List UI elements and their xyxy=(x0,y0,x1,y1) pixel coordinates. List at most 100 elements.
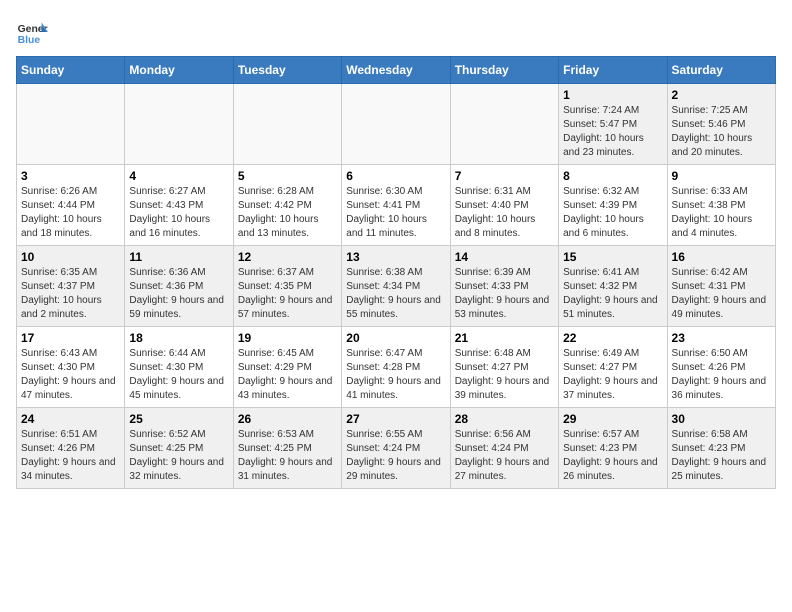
day-info: Sunrise: 6:30 AM Sunset: 4:41 PM Dayligh… xyxy=(346,185,445,241)
logo-icon: General Blue xyxy=(16,16,48,48)
day-number: 15 xyxy=(563,250,662,264)
calendar-week-row: 24 Sunrise: 6:51 AM Sunset: 4:26 PM Dayli… xyxy=(17,408,776,489)
day-number: 30 xyxy=(672,412,771,426)
day-number: 9 xyxy=(672,169,771,183)
calendar-cell: 1 Sunrise: 7:24 AM Sunset: 5:47 PM Daylig… xyxy=(559,84,667,165)
calendar-cell: 8 Sunrise: 6:32 AM Sunset: 4:39 PM Daylig… xyxy=(559,165,667,246)
page-header: General Blue xyxy=(16,16,776,48)
calendar-cell: 22 Sunrise: 6:49 AM Sunset: 4:27 PM Dayli… xyxy=(559,327,667,408)
day-header-thursday: Thursday xyxy=(450,57,558,84)
calendar-cell: 21Sunrise: 6:48 AM Sunset: 4:27 PM Dayli… xyxy=(450,327,558,408)
day-info: Sunrise: 6:27 AM Sunset: 4:43 PM Dayligh… xyxy=(129,185,228,241)
day-info: Sunrise: 7:25 AM Sunset: 5:46 PM Dayligh… xyxy=(672,104,771,160)
calendar-cell xyxy=(342,84,450,165)
day-number: 28 xyxy=(455,412,554,426)
day-info: Sunrise: 6:39 AM Sunset: 4:33 PM Dayligh… xyxy=(455,266,554,322)
day-info: Sunrise: 6:35 AM Sunset: 4:37 PM Dayligh… xyxy=(21,266,120,322)
calendar-cell: 29Sunrise: 6:57 AM Sunset: 4:23 PM Dayli… xyxy=(559,408,667,489)
calendar-cell: 18 Sunrise: 6:44 AM Sunset: 4:30 PM Dayli… xyxy=(125,327,233,408)
calendar-week-row: 10Sunrise: 6:35 AM Sunset: 4:37 PM Dayli… xyxy=(17,246,776,327)
calendar-week-row: 17 Sunrise: 6:43 AM Sunset: 4:30 PM Dayli… xyxy=(17,327,776,408)
day-info: Sunrise: 6:55 AM Sunset: 4:24 PM Dayligh… xyxy=(346,428,445,484)
day-info: Sunrise: 6:48 AM Sunset: 4:27 PM Dayligh… xyxy=(455,347,554,403)
day-header-tuesday: Tuesday xyxy=(233,57,341,84)
day-number: 11 xyxy=(129,250,228,264)
calendar-cell: 2 Sunrise: 7:25 AM Sunset: 5:46 PM Daylig… xyxy=(667,84,775,165)
day-info: Sunrise: 6:50 AM Sunset: 4:26 PM Dayligh… xyxy=(672,347,771,403)
day-info: Sunrise: 6:43 AM Sunset: 4:30 PM Dayligh… xyxy=(21,347,120,403)
calendar-cell: 17 Sunrise: 6:43 AM Sunset: 4:30 PM Dayli… xyxy=(17,327,125,408)
calendar-cell: 20 Sunrise: 6:47 AM Sunset: 4:28 PM Dayli… xyxy=(342,327,450,408)
day-number: 24 xyxy=(21,412,120,426)
calendar-cell: 19 Sunrise: 6:45 AM Sunset: 4:29 PM Dayli… xyxy=(233,327,341,408)
day-number: 4 xyxy=(129,169,228,183)
day-number: 18 xyxy=(129,331,228,345)
svg-text:Blue: Blue xyxy=(18,35,41,46)
day-info: Sunrise: 6:37 AM Sunset: 4:35 PM Dayligh… xyxy=(238,266,337,322)
day-info: Sunrise: 6:26 AM Sunset: 4:44 PM Dayligh… xyxy=(21,185,120,241)
day-number: 7 xyxy=(455,169,554,183)
day-number: 1 xyxy=(563,88,662,102)
day-header-sunday: Sunday xyxy=(17,57,125,84)
calendar-cell: 14 Sunrise: 6:39 AM Sunset: 4:33 PM Dayli… xyxy=(450,246,558,327)
day-info: Sunrise: 6:41 AM Sunset: 4:32 PM Dayligh… xyxy=(563,266,662,322)
calendar-cell: 3 Sunrise: 6:26 AM Sunset: 4:44 PM Daylig… xyxy=(17,165,125,246)
day-header-friday: Friday xyxy=(559,57,667,84)
day-number: 16 xyxy=(672,250,771,264)
calendar-cell: 10Sunrise: 6:35 AM Sunset: 4:37 PM Dayli… xyxy=(17,246,125,327)
day-header-monday: Monday xyxy=(125,57,233,84)
calendar-week-row: 1 Sunrise: 7:24 AM Sunset: 5:47 PM Daylig… xyxy=(17,84,776,165)
calendar-cell: 28 Sunrise: 6:56 AM Sunset: 4:24 PM Dayli… xyxy=(450,408,558,489)
day-number: 5 xyxy=(238,169,337,183)
calendar-cell: 4 Sunrise: 6:27 AM Sunset: 4:43 PM Daylig… xyxy=(125,165,233,246)
calendar-cell: 26Sunrise: 6:53 AM Sunset: 4:25 PM Dayli… xyxy=(233,408,341,489)
day-info: Sunrise: 6:47 AM Sunset: 4:28 PM Dayligh… xyxy=(346,347,445,403)
day-number: 17 xyxy=(21,331,120,345)
calendar-cell: 25Sunrise: 6:52 AM Sunset: 4:25 PM Dayli… xyxy=(125,408,233,489)
day-number: 3 xyxy=(21,169,120,183)
day-info: Sunrise: 6:49 AM Sunset: 4:27 PM Dayligh… xyxy=(563,347,662,403)
day-number: 27 xyxy=(346,412,445,426)
day-number: 6 xyxy=(346,169,445,183)
day-info: Sunrise: 6:58 AM Sunset: 4:23 PM Dayligh… xyxy=(672,428,771,484)
day-info: Sunrise: 6:44 AM Sunset: 4:30 PM Dayligh… xyxy=(129,347,228,403)
calendar-cell xyxy=(450,84,558,165)
day-info: Sunrise: 6:28 AM Sunset: 4:42 PM Dayligh… xyxy=(238,185,337,241)
calendar-cell xyxy=(17,84,125,165)
calendar-cell: 23 Sunrise: 6:50 AM Sunset: 4:26 PM Dayli… xyxy=(667,327,775,408)
calendar-cell xyxy=(125,84,233,165)
day-info: Sunrise: 7:24 AM Sunset: 5:47 PM Dayligh… xyxy=(563,104,662,160)
day-number: 19 xyxy=(238,331,337,345)
day-number: 2 xyxy=(672,88,771,102)
day-number: 8 xyxy=(563,169,662,183)
day-number: 20 xyxy=(346,331,445,345)
day-number: 26 xyxy=(238,412,337,426)
calendar-cell: 27 Sunrise: 6:55 AM Sunset: 4:24 PM Dayli… xyxy=(342,408,450,489)
day-header-wednesday: Wednesday xyxy=(342,57,450,84)
day-number: 12 xyxy=(238,250,337,264)
day-info: Sunrise: 6:45 AM Sunset: 4:29 PM Dayligh… xyxy=(238,347,337,403)
calendar-header-row: SundayMondayTuesdayWednesdayThursdayFrid… xyxy=(17,57,776,84)
calendar-week-row: 3 Sunrise: 6:26 AM Sunset: 4:44 PM Daylig… xyxy=(17,165,776,246)
calendar-cell: 13 Sunrise: 6:38 AM Sunset: 4:34 PM Dayli… xyxy=(342,246,450,327)
day-info: Sunrise: 6:52 AM Sunset: 4:25 PM Dayligh… xyxy=(129,428,228,484)
calendar-cell: 24 Sunrise: 6:51 AM Sunset: 4:26 PM Dayli… xyxy=(17,408,125,489)
day-info: Sunrise: 6:31 AM Sunset: 4:40 PM Dayligh… xyxy=(455,185,554,241)
day-info: Sunrise: 6:51 AM Sunset: 4:26 PM Dayligh… xyxy=(21,428,120,484)
day-info: Sunrise: 6:38 AM Sunset: 4:34 PM Dayligh… xyxy=(346,266,445,322)
calendar-cell: 9 Sunrise: 6:33 AM Sunset: 4:38 PM Daylig… xyxy=(667,165,775,246)
calendar-cell xyxy=(233,84,341,165)
day-number: 14 xyxy=(455,250,554,264)
calendar: SundayMondayTuesdayWednesdayThursdayFrid… xyxy=(16,56,776,489)
day-number: 13 xyxy=(346,250,445,264)
day-number: 22 xyxy=(563,331,662,345)
calendar-cell: 12 Sunrise: 6:37 AM Sunset: 4:35 PM Dayli… xyxy=(233,246,341,327)
calendar-cell: 30 Sunrise: 6:58 AM Sunset: 4:23 PM Dayli… xyxy=(667,408,775,489)
day-info: Sunrise: 6:33 AM Sunset: 4:38 PM Dayligh… xyxy=(672,185,771,241)
logo: General Blue xyxy=(16,16,48,48)
day-info: Sunrise: 6:56 AM Sunset: 4:24 PM Dayligh… xyxy=(455,428,554,484)
day-number: 29 xyxy=(563,412,662,426)
day-info: Sunrise: 6:32 AM Sunset: 4:39 PM Dayligh… xyxy=(563,185,662,241)
day-header-saturday: Saturday xyxy=(667,57,775,84)
day-number: 23 xyxy=(672,331,771,345)
